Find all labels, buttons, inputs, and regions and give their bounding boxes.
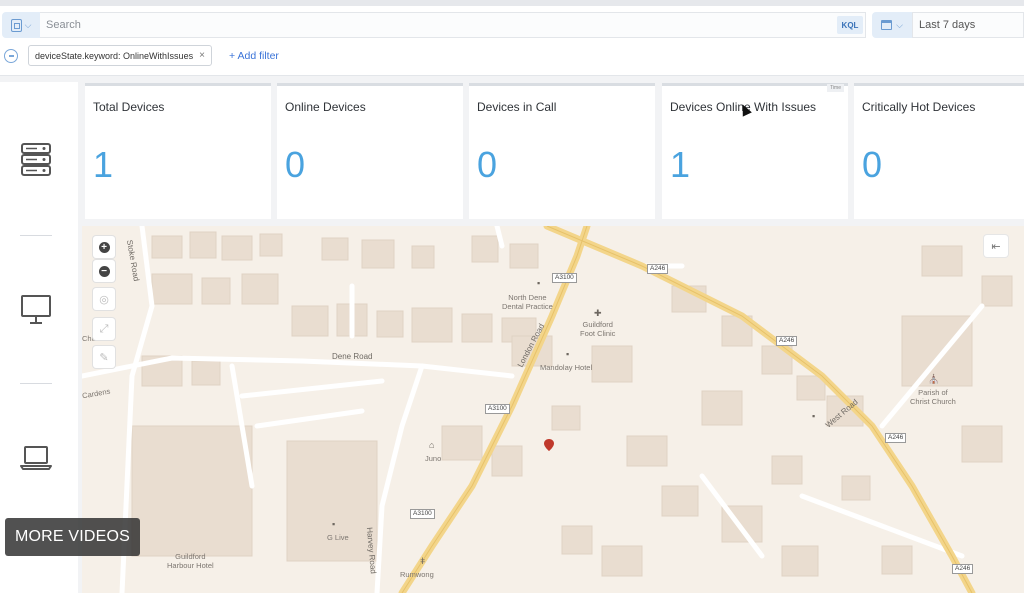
clinic-icon: ✚ xyxy=(594,308,602,318)
restaurant-icon: ǂ xyxy=(420,556,426,566)
poi-label: G Live xyxy=(327,533,349,542)
fit-bounds-icon[interactable]: ⤢ xyxy=(93,318,115,340)
query-bar: ⌵ KQL ⌵ Last 7 days deviceState.keyword:… xyxy=(0,0,1024,76)
metric-title: Online Devices xyxy=(285,100,366,114)
poi-label: Juno xyxy=(425,454,442,463)
poi-label: Mandolay Hotel xyxy=(540,363,593,372)
metric-title: Devices in Call xyxy=(477,100,557,114)
metric-card-critically-hot-devices[interactable]: Critically Hot Devices 0 xyxy=(854,83,1024,219)
route-shield: A246 xyxy=(776,336,798,346)
place-icon: ⌂ xyxy=(429,440,435,450)
sidebar xyxy=(0,82,78,593)
filter-pill[interactable]: deviceState.keyword: OnlineWithIssues × xyxy=(28,45,212,66)
add-filter-link[interactable]: + Add filter xyxy=(229,50,279,62)
sidebar-divider xyxy=(20,235,52,236)
route-shield: A3100 xyxy=(552,273,577,283)
zoom-out-button[interactable]: − xyxy=(93,260,115,282)
filter-options-icon[interactable] xyxy=(4,49,18,63)
poi-label: Parish of Christ Church xyxy=(910,388,956,406)
metric-title: Critically Hot Devices xyxy=(862,100,976,114)
route-shield: A246 xyxy=(952,564,974,574)
poi-label: Rumwong xyxy=(400,570,434,579)
metric-value: 1 xyxy=(93,144,114,185)
top-edge xyxy=(0,0,1024,6)
search-box[interactable]: KQL xyxy=(40,12,866,38)
more-videos-button[interactable]: MORE VIDEOS xyxy=(5,518,140,556)
chevron-down-icon: ⌵ xyxy=(24,19,32,30)
server-rack-icon[interactable] xyxy=(20,142,52,183)
venue-icon: ▪ xyxy=(332,519,336,529)
poi-label: Guildford Harbour Hotel xyxy=(167,552,214,570)
layer-control-icon[interactable]: ⇤ xyxy=(984,235,1008,257)
route-shield: A246 xyxy=(647,264,669,274)
metric-value: 0 xyxy=(477,144,498,185)
calendar-icon xyxy=(881,20,893,30)
device-map[interactable]: Dene Road London Road West Road Stoke Ro… xyxy=(82,226,1024,593)
road-label: Dene Road xyxy=(332,352,373,361)
parking-icon: ▪ xyxy=(812,411,816,421)
date-range-display[interactable]: Last 7 days xyxy=(912,12,1024,38)
monitor-icon[interactable] xyxy=(20,294,52,331)
search-input[interactable] xyxy=(46,13,826,37)
dashboard-page: ⌵ KQL ⌵ Last 7 days deviceState.keyword:… xyxy=(0,0,1024,593)
metric-card-devices-in-call[interactable]: Devices in Call 0 xyxy=(469,83,655,219)
draw-tool-icon[interactable]: ✎ xyxy=(93,346,115,368)
hotel-icon: ▪ xyxy=(566,349,570,359)
metric-value: 0 xyxy=(285,144,306,185)
sidebar-divider xyxy=(20,383,52,384)
saved-query-button[interactable]: ⌵ xyxy=(2,12,40,38)
metric-value: 1 xyxy=(670,144,691,185)
query-language-toggle[interactable]: KQL xyxy=(837,16,863,34)
metric-card-devices-online-with-issues[interactable]: Time Devices Online With Issues 1 xyxy=(662,83,848,219)
dentist-icon: ▪ xyxy=(537,278,541,288)
close-icon[interactable]: × xyxy=(199,50,205,61)
metric-card-total-devices[interactable]: Total Devices 1 xyxy=(85,83,271,219)
poi-label: North Dene Dental Practice xyxy=(502,293,553,311)
metric-title: Total Devices xyxy=(93,100,165,114)
route-shield: A3100 xyxy=(485,404,510,414)
metric-value: 0 xyxy=(862,144,883,185)
reset-bearing-icon[interactable]: ◎ xyxy=(93,288,115,310)
route-shield: A246 xyxy=(885,433,907,443)
filter-pill-label: deviceState.keyword: OnlineWithIssues xyxy=(35,50,194,61)
date-picker-button[interactable]: ⌵ xyxy=(872,12,912,38)
laptop-icon[interactable] xyxy=(20,445,52,476)
poi-label: Guildford Foot Clinic xyxy=(580,320,616,338)
zoom-in-button[interactable]: + xyxy=(93,236,115,258)
save-icon xyxy=(10,18,22,32)
church-icon: ⛪ xyxy=(928,374,940,384)
metric-card-online-devices[interactable]: Online Devices 0 xyxy=(277,83,463,219)
panel-options-tag[interactable]: Time xyxy=(827,84,844,92)
route-shield: A3100 xyxy=(410,509,435,519)
chevron-down-icon: ⌵ xyxy=(896,19,903,30)
